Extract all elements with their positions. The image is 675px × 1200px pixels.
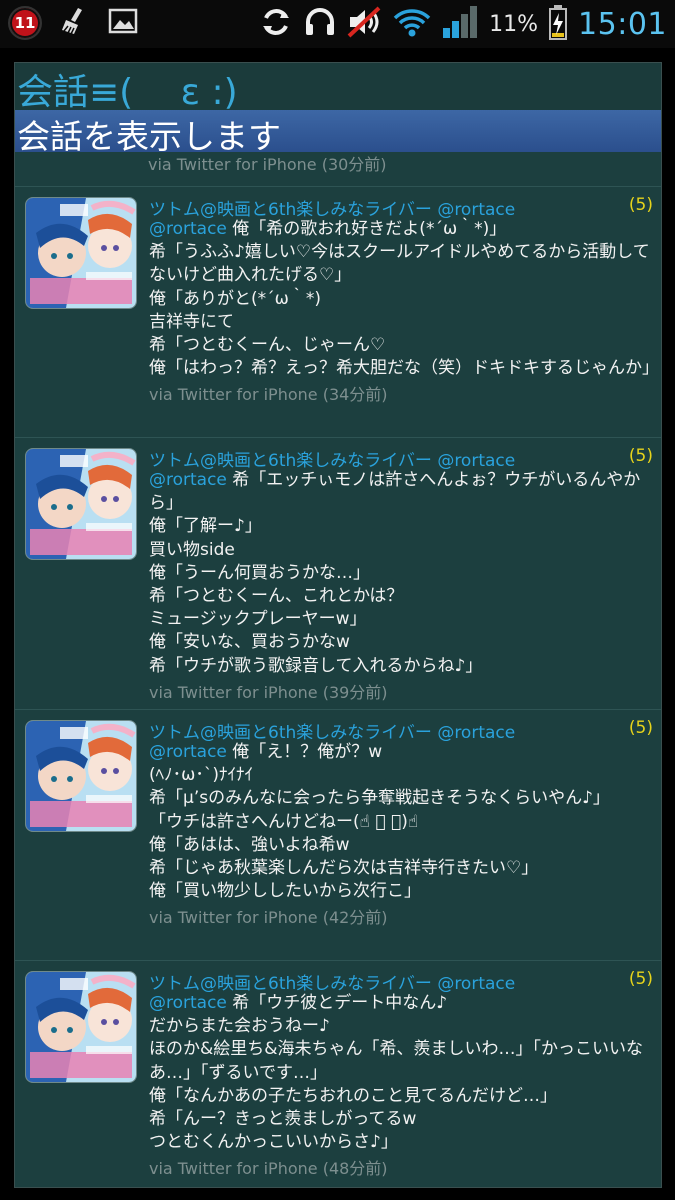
battery-charging-icon <box>548 4 568 44</box>
signal-icon <box>441 4 479 44</box>
tweet-author[interactable]: ツトム@映画と6th楽しみなライバー @rortace <box>149 195 515 220</box>
tweet-text: 俺「希の歌おれ好きだよ(*´ω｀*)」 希「うふふ♪嬉しい♡今はスクールアイドル… <box>149 219 659 379</box>
tweet-via: via Twitter for iPhone (34分前) <box>149 385 388 405</box>
battery-percent: 11% <box>489 11 539 37</box>
tweet-body: @rortace 希「エッチぃモノは許さへんよぉ？ウチがいるんやから」 俺「了解… <box>149 469 655 704</box>
avatar[interactable] <box>25 971 137 1083</box>
title-bar: 会話≡( ε :) <box>15 63 661 113</box>
sound-muted-icon <box>347 5 383 43</box>
tweet-text: 俺「え！？俺が？w (ﾍﾉ･ω･`)ﾅｲﾅｲ 希「μ’sのみんなに会ったら争奪戦… <box>149 742 610 902</box>
tweet-author[interactable]: ツトム@映画と6th楽しみなライバー @rortace <box>149 969 515 994</box>
status-bar: 11 11% 15:01 <box>0 0 675 48</box>
tweet-text: 希「ウチ彼とデート中なん♪ だからまた会おうねー♪ ほのか&絵里ち&海未ちゃん「… <box>149 993 644 1153</box>
tweet-body: @rortace 俺「え！？俺が？w (ﾍﾉ･ω･`)ﾅｲﾅｲ 希「μ’sのみん… <box>149 741 655 929</box>
headphones-icon <box>303 5 337 43</box>
toast-text: 会話を表示します <box>17 117 281 156</box>
tweet-body: @rortace 俺「希の歌おれ好きだよ(*´ω｀*)」 希「うふふ♪嬉しい♡今… <box>149 218 659 406</box>
tweet-item[interactable]: ツトム@映画と6th楽しみなライバー @rortace (5) @rortace… <box>15 961 661 1187</box>
tweet-body: @rortace 希「ウチ彼とデート中なん♪ だからまた会おうねー♪ ほのか&絵… <box>149 992 655 1180</box>
sync-icon <box>259 5 293 43</box>
tweet-via: via Twitter for iPhone (48分前) <box>149 1159 388 1179</box>
status-bar-right: 11% 15:01 <box>259 4 667 44</box>
tweet-item[interactable]: ツトム@映画と6th楽しみなライバー @rortace (5) @rortace… <box>15 438 661 709</box>
tweet-author[interactable]: ツトム@映画と6th楽しみなライバー @rortace <box>149 446 515 471</box>
tweet-conversation-count: (5) <box>628 195 653 215</box>
tweet-item[interactable]: ツトム@映画と6th楽しみなライバー @rortace (5) @rortace… <box>15 710 661 960</box>
tweet-conversation-count: (5) <box>628 446 653 466</box>
tweet-conversation-count: (5) <box>628 718 653 738</box>
tweet-via: via Twitter for iPhone (39分前) <box>149 682 388 702</box>
wifi-icon <box>393 6 431 42</box>
tweet-mention[interactable]: @rortace <box>149 993 227 1013</box>
clock: 15:01 <box>578 6 667 42</box>
tweet-conversation-count: (5) <box>628 969 653 989</box>
tweet-author[interactable]: ツトム@映画と6th楽しみなライバー @rortace <box>149 718 515 743</box>
toast-notification: 会話を表示します <box>15 110 661 156</box>
tweet-mention[interactable]: @rortace <box>149 742 227 762</box>
avatar[interactable] <box>25 197 137 309</box>
tweet-text: 希「エッチぃモノは許さへんよぉ？ウチがいるんやから」 俺「了解ー♪」 買い物si… <box>149 470 641 676</box>
conversation-panel[interactable]: 会話≡( ε :) via Twitter for iPhone (30分前) … <box>14 62 662 1188</box>
notification-badge-icon: 11 <box>8 6 42 40</box>
tweet-mention[interactable]: @rortace <box>149 219 227 239</box>
tweet-via: via Twitter for iPhone (42分前) <box>149 908 388 928</box>
avatar[interactable] <box>25 448 137 560</box>
broom-icon <box>60 6 90 40</box>
status-bar-left: 11 <box>8 6 138 40</box>
image-icon <box>108 7 138 39</box>
tweet-mention[interactable]: @rortace <box>149 470 227 490</box>
tweet-item[interactable]: ツトム@映画と6th楽しみなライバー @rortace (5) @rortace… <box>15 187 661 437</box>
page-title: 会話≡( ε :) <box>17 72 238 113</box>
avatar[interactable] <box>25 720 137 832</box>
